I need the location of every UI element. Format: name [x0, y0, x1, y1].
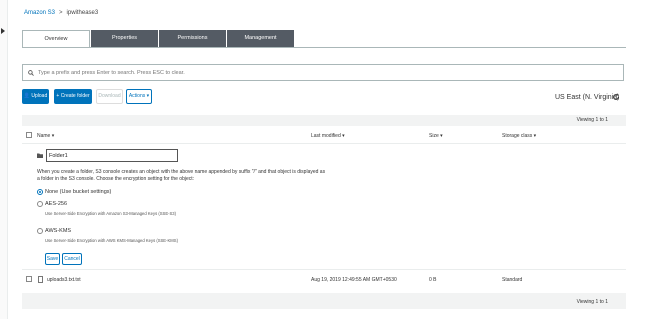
search-input[interactable] [38, 69, 598, 76]
radio-encryption-none[interactable] [37, 189, 43, 195]
cancel-button[interactable]: Cancel [62, 253, 82, 265]
tab-permissions[interactable]: Permissions [159, 30, 226, 47]
radio-encryption-aes256[interactable] [37, 201, 43, 207]
select-all-checkbox[interactable] [26, 132, 32, 138]
create-folder-button[interactable]: + Create folder [54, 89, 92, 104]
row-checkbox[interactable] [26, 276, 32, 282]
breadcrumb-separator: > [59, 10, 63, 16]
region-label: US East (N. Virginia) [555, 94, 620, 101]
tab-management[interactable]: Management [227, 30, 294, 47]
upload-label: Upload [31, 93, 48, 99]
radio-encryption-aws-kms[interactable] [37, 228, 43, 234]
refresh-icon[interactable] [612, 93, 620, 101]
file-size: 0 B [429, 277, 437, 283]
column-size[interactable]: Size ▾ [429, 133, 443, 139]
column-name[interactable]: Name ▾ [37, 133, 54, 139]
actions-dropdown[interactable]: Actions ▾ [126, 89, 152, 104]
search-bar[interactable] [22, 64, 624, 81]
viewing-count-top: Viewing 1 to 1 [576, 117, 608, 123]
file-name-link[interactable]: uploads3.txt.txt [47, 277, 81, 283]
option-aws-kms-description: Use Server-Side Encryption with AWS KMS-… [45, 238, 178, 243]
table-header: Name ▾ Last modified ▾ Size ▾ Storage cl… [22, 127, 626, 144]
download-button: Download [96, 89, 123, 104]
save-button[interactable]: Save [45, 253, 60, 265]
file-storage-class: Standard [502, 277, 523, 283]
table-toolbar-top: Viewing 1 to 1 [22, 115, 626, 126]
column-storage-class[interactable]: Storage class ▾ [502, 133, 536, 139]
tab-properties[interactable]: Properties [91, 30, 158, 47]
option-aes256-label: AES-256 [45, 201, 68, 207]
file-icon [38, 276, 43, 283]
tab-overview[interactable]: Overview [22, 30, 90, 47]
left-rail [0, 0, 8, 319]
upload-icon: 👤 [23, 93, 30, 99]
upload-button[interactable]: 👤 Upload [22, 89, 49, 104]
expand-arrow-icon[interactable] [1, 28, 5, 34]
table-toolbar-bottom: Viewing 1 to 1 [22, 293, 626, 309]
folder-icon [37, 153, 43, 158]
breadcrumb: Amazon S3 > ipwithease3 [24, 10, 98, 16]
table-row[interactable]: uploads3.txt.txt Aug 19, 2019 12:49:55 A… [22, 269, 626, 289]
option-none-label: None (Use bucket settings) [45, 189, 112, 195]
option-aes256-description: Use Server-Side Encryption with Amazon S… [45, 211, 177, 216]
folder-name-input[interactable] [46, 149, 178, 162]
option-aws-kms-label: AWS-KMS [45, 228, 72, 234]
file-last-modified: Aug 19, 2019 12:49:55 AM GMT+0530 [311, 277, 397, 283]
search-icon [28, 69, 34, 76]
tab-bar: Overview Properties Permissions Manageme… [22, 30, 295, 47]
tab-underline [22, 47, 626, 48]
viewing-count-bottom: Viewing 1 to 1 [576, 299, 608, 305]
breadcrumb-amazon-s3[interactable]: Amazon S3 [24, 10, 55, 16]
create-folder-panel [22, 144, 626, 269]
breadcrumb-bucket: ipwithease3 [66, 10, 99, 16]
column-last-modified[interactable]: Last modified ▾ [311, 133, 345, 139]
create-folder-description: When you create a folder, S3 console cre… [37, 169, 326, 182]
